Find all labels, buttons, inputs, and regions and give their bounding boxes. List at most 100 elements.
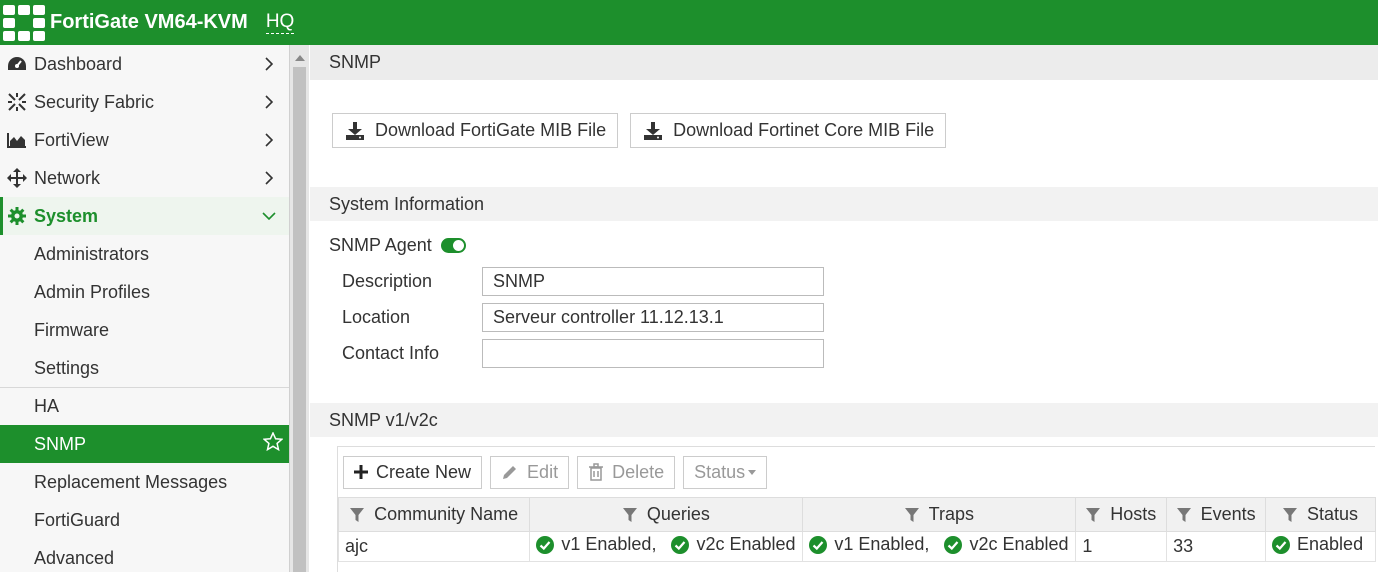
column-header-events[interactable]: Events (1166, 497, 1267, 532)
column-header-queries[interactable]: Queries (529, 497, 804, 532)
page-title: SNMP (310, 45, 1378, 80)
check-circle-icon (809, 535, 828, 554)
check-circle-icon (536, 535, 555, 554)
button-label: Download Fortinet Core MIB File (673, 120, 935, 140)
download-icon (346, 121, 364, 140)
description-row: Description SNMP (342, 267, 824, 296)
fortiview-icon (6, 129, 28, 151)
button-label: Delete (612, 461, 665, 482)
column-header-community-name[interactable]: Community Name (337, 497, 531, 532)
sidebar-item-administrators[interactable]: Administrators (0, 235, 289, 273)
pencil-icon (503, 466, 517, 479)
filter-icon (350, 507, 365, 522)
filter-icon (904, 507, 919, 522)
sidebar-item-security-fabric[interactable]: Security Fabric (0, 83, 289, 121)
download-icon (644, 121, 663, 140)
description-label: Description (342, 271, 433, 291)
sidebar-item-advanced[interactable]: Advanced (0, 539, 289, 572)
snmp-agent-label: SNMP Agent (329, 235, 432, 255)
column-header-traps[interactable]: Traps (802, 497, 1077, 532)
contact-info-input[interactable] (482, 339, 824, 368)
filter-icon (1176, 507, 1191, 522)
network-move-icon (6, 167, 28, 189)
sidebar-scrollbar[interactable] (289, 45, 309, 572)
dashboard-icon (6, 53, 28, 75)
button-label: Download FortiGate MIB File (375, 120, 607, 140)
button-label: Create New (376, 461, 472, 482)
table-toolbar: Create New Edit Delete Status (338, 447, 1375, 497)
gear-icon (6, 205, 28, 227)
check-circle-icon (671, 535, 690, 554)
sidebar-item-label: Security Fabric (34, 91, 155, 112)
status-cell: Enabled (1265, 531, 1376, 562)
filter-icon (1086, 507, 1101, 522)
sidebar-item-label: FortiView (34, 129, 109, 150)
snmp-agent-toggle[interactable] (440, 238, 466, 253)
sidebar: Dashboard Security Fabric FortiView Netw… (0, 45, 289, 572)
plus-icon (354, 465, 368, 479)
location-input[interactable]: Serveur controller 11.12.13.1 (482, 303, 824, 332)
chevron-right-icon (259, 133, 279, 147)
caret-down-icon (748, 469, 757, 475)
community-name-cell: ajc (337, 531, 531, 562)
security-fabric-icon (6, 91, 28, 113)
download-fortigate-mib-button[interactable]: Download FortiGate MIB File (332, 113, 619, 148)
sidebar-item-fortiguard[interactable]: FortiGuard (0, 501, 289, 539)
main-content: SNMP Download FortiGate MIB File Downloa… (310, 45, 1378, 572)
sidebar-item-admin-profiles[interactable]: Admin Profiles (0, 273, 289, 311)
communities-panel: Create New Edit Delete Status Community … (337, 446, 1376, 572)
create-new-button[interactable]: Create New (343, 455, 483, 489)
events-cell: 33 (1166, 531, 1267, 562)
delete-button[interactable]: Delete (577, 455, 676, 489)
sidebar-item-settings[interactable]: Settings (0, 349, 289, 387)
chevron-down-icon (259, 212, 279, 220)
sidebar-item-dashboard[interactable]: Dashboard (0, 45, 289, 83)
communities-table: Community Name Queries Traps Hosts Event… (337, 497, 1376, 562)
scrollbar-thumb[interactable] (293, 67, 306, 572)
filter-icon (1282, 507, 1297, 522)
chevron-right-icon (259, 171, 279, 185)
hosts-cell: 1 (1075, 531, 1168, 562)
snmp-agent-row: SNMP Agent (329, 235, 466, 256)
chevron-right-icon (259, 57, 279, 71)
sidebar-item-firmware[interactable]: Firmware (0, 311, 289, 349)
check-circle-icon (944, 535, 963, 554)
fortinet-logo-icon[interactable] (2, 3, 46, 43)
edit-button[interactable]: Edit (490, 455, 570, 489)
snmp-v1v2c-header: SNMP v1/v2c (310, 403, 1378, 437)
sidebar-item-replacement-messages[interactable]: Replacement Messages (0, 463, 289, 501)
system-information-header: System Information (310, 187, 1378, 221)
download-core-mib-button[interactable]: Download Fortinet Core MIB File (630, 113, 947, 148)
star-favorite-icon[interactable] (262, 431, 284, 456)
column-header-hosts[interactable]: Hosts (1075, 497, 1168, 532)
status-dropdown[interactable]: Status (683, 455, 768, 489)
location-row: Location Serveur controller 11.12.13.1 (342, 303, 824, 332)
check-circle-icon (1272, 535, 1291, 554)
sidebar-item-system[interactable]: System (0, 197, 289, 235)
filter-icon (622, 507, 637, 522)
traps-cell: v1 Enabled, v2c Enabled (802, 531, 1077, 562)
mib-download-buttons: Download FortiGate MIB File Download For… (332, 113, 947, 148)
sidebar-item-ha[interactable]: HA (0, 387, 289, 425)
contact-info-row: Contact Info (342, 339, 824, 368)
sidebar-item-label: Network (34, 167, 101, 188)
sidebar-item-fortiview[interactable]: FortiView (0, 121, 289, 159)
button-label: Edit (527, 461, 559, 482)
vdom-selector[interactable]: HQ (265, 11, 295, 34)
scroll-up-arrow-icon[interactable] (294, 55, 305, 61)
table-row[interactable]: ajc v1 Enabled, v2c Enabled v1 Enabled, … (337, 531, 1376, 562)
top-bar: FortiGate VM64-KVM HQ (0, 0, 1378, 45)
trash-icon (589, 463, 604, 481)
sidebar-item-label: Dashboard (34, 53, 123, 74)
sidebar-item-snmp[interactable]: SNMP (0, 425, 289, 463)
location-label: Location (342, 307, 411, 327)
description-input[interactable]: SNMP (482, 267, 824, 296)
sidebar-item-network[interactable]: Network (0, 159, 289, 197)
button-label: Status (694, 461, 746, 482)
column-header-status[interactable]: Status (1265, 497, 1376, 532)
contact-info-label: Contact Info (342, 343, 440, 363)
sidebar-item-label: System (34, 205, 99, 226)
device-title: FortiGate VM64-KVM (50, 11, 248, 33)
sidebar-item-label: SNMP (34, 433, 87, 454)
queries-cell: v1 Enabled, v2c Enabled (529, 531, 804, 562)
